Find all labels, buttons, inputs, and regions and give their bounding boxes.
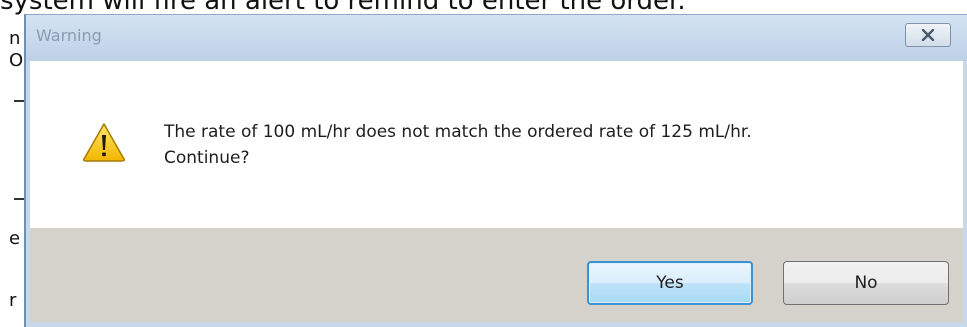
no-button[interactable]: No xyxy=(783,261,949,305)
dialog-title: Warning xyxy=(36,26,102,45)
background-fragment: e xyxy=(9,228,21,249)
close-x-icon xyxy=(921,29,935,41)
background-divider xyxy=(14,100,24,102)
background-divider xyxy=(14,198,24,200)
background-fragment: n xyxy=(9,28,21,49)
dialog-message: The rate of 100 mL/hr does not match the… xyxy=(164,119,752,171)
warning-triangle-icon xyxy=(83,123,125,162)
message-line: The rate of 100 mL/hr does not match the… xyxy=(164,122,752,142)
yes-button[interactable]: Yes xyxy=(587,261,753,305)
screenshot-page: system will fire an alert to remind to e… xyxy=(0,0,967,327)
message-question: Continue? xyxy=(164,148,250,168)
dialog-titlebar[interactable]: Warning xyxy=(26,15,967,61)
background-fragment: r xyxy=(9,290,17,311)
background-document-text: system will fire an alert to remind to e… xyxy=(0,0,686,16)
close-button[interactable] xyxy=(905,23,951,47)
dialog-content: The rate of 100 mL/hr does not match the… xyxy=(30,61,963,228)
warning-dialog: Warning The rate of 100 mL/hr does not m… xyxy=(24,14,967,327)
background-fragment: O xyxy=(9,50,24,71)
dialog-button-bar: Yes No xyxy=(30,228,963,322)
